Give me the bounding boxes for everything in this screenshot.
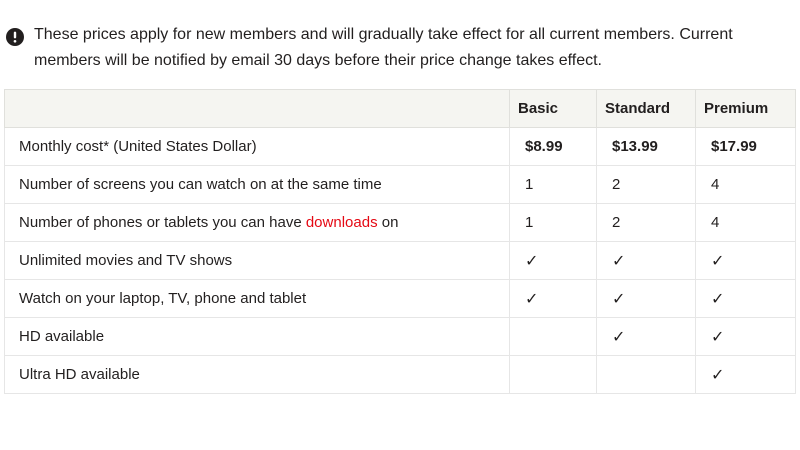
- price-notice: These prices apply for new members and w…: [6, 22, 746, 74]
- feature-cell: HD available: [4, 317, 510, 356]
- standard-empty-cell: [596, 355, 696, 394]
- standard-checkmark-icon: ✓: [596, 317, 696, 356]
- table-row: Number of phones or tablets you can have…: [4, 203, 796, 242]
- table-row: Ultra HD available ✓: [4, 355, 796, 394]
- table-row: Number of screens you can watch on at th…: [4, 165, 796, 204]
- feature-cell: Ultra HD available: [4, 355, 510, 394]
- premium-checkmark-icon: ✓: [695, 355, 796, 394]
- feature-label: Ultra HD available: [19, 366, 140, 383]
- downloads-link[interactable]: downloads: [306, 214, 378, 231]
- feature-label-suffix: on: [377, 214, 399, 231]
- table-row: Unlimited movies and TV shows ✓ ✓ ✓: [4, 241, 796, 280]
- feature-label: Unlimited movies and TV shows: [19, 252, 233, 269]
- premium-price-cell: $17.99: [695, 127, 796, 166]
- feature-cell: Monthly cost* (United States Dollar): [4, 127, 510, 166]
- feature-cell: Watch on your laptop, TV, phone and tabl…: [4, 279, 510, 318]
- feature-label: Monthly cost* (United States Dollar): [19, 138, 257, 155]
- table-row: Monthly cost* (United States Dollar) $8.…: [4, 127, 796, 166]
- feature-cell: Number of screens you can watch on at th…: [4, 165, 510, 204]
- premium-checkmark-icon: ✓: [695, 317, 796, 356]
- feature-column-header: [4, 89, 510, 128]
- table-row: HD available ✓ ✓: [4, 317, 796, 356]
- basic-checkmark-icon: ✓: [509, 279, 597, 318]
- basic-plan-header: Basic: [509, 89, 597, 128]
- feature-cell: Number of phones or tablets you can have…: [4, 203, 510, 242]
- table-header-row: Basic Standard Premium: [4, 89, 796, 128]
- premium-value-cell: 4: [695, 203, 796, 242]
- premium-value-cell: 4: [695, 165, 796, 204]
- premium-checkmark-icon: ✓: [695, 241, 796, 280]
- notice-text: These prices apply for new members and w…: [34, 26, 733, 69]
- feature-label: Number of phones or tablets you can have: [19, 214, 306, 231]
- feature-cell: Unlimited movies and TV shows: [4, 241, 510, 280]
- standard-value-cell: 2: [596, 165, 696, 204]
- standard-value-cell: 2: [596, 203, 696, 242]
- basic-empty-cell: [509, 355, 597, 394]
- basic-value-cell: 1: [509, 203, 597, 242]
- feature-label: Number of screens you can watch on at th…: [19, 176, 382, 193]
- standard-price-cell: $13.99: [596, 127, 696, 166]
- plan-comparison-table: Basic Standard Premium Monthly cost* (Un…: [4, 89, 796, 394]
- exclamation-circle-icon: [6, 28, 24, 46]
- basic-value-cell: 1: [509, 165, 597, 204]
- standard-plan-header: Standard: [596, 89, 696, 128]
- basic-empty-cell: [509, 317, 597, 356]
- basic-price-cell: $8.99: [509, 127, 597, 166]
- premium-plan-header: Premium: [695, 89, 796, 128]
- standard-checkmark-icon: ✓: [596, 279, 696, 318]
- standard-checkmark-icon: ✓: [596, 241, 696, 280]
- feature-label: Watch on your laptop, TV, phone and tabl…: [19, 290, 307, 307]
- basic-checkmark-icon: ✓: [509, 241, 597, 280]
- table-row: Watch on your laptop, TV, phone and tabl…: [4, 279, 796, 318]
- feature-label: HD available: [19, 328, 105, 345]
- premium-checkmark-icon: ✓: [695, 279, 796, 318]
